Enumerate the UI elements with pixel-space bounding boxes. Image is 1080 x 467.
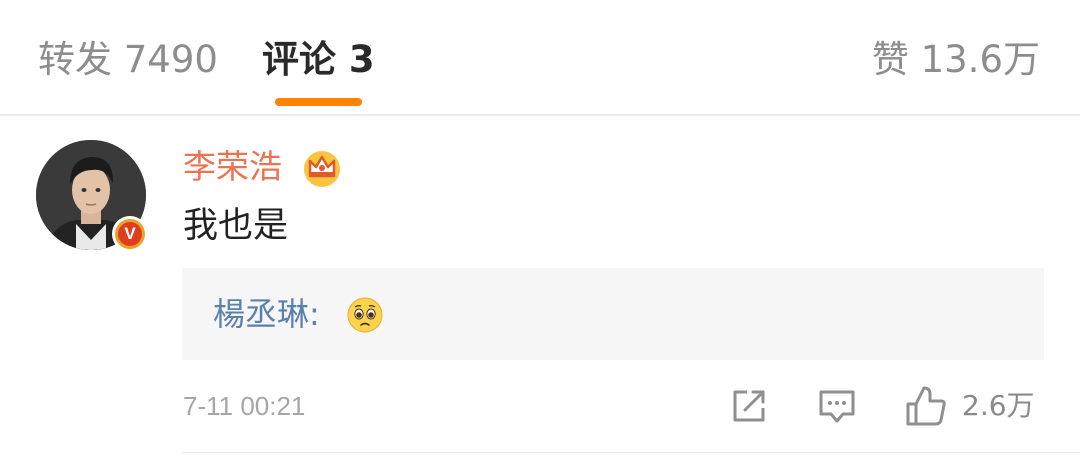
verified-v-icon: V bbox=[112, 216, 148, 252]
tabs-divider bbox=[0, 114, 1080, 116]
comment-text: 我也是 bbox=[183, 206, 289, 246]
pleading-face-icon bbox=[347, 297, 383, 333]
avatar[interactable]: V bbox=[36, 140, 148, 252]
tab-likes[interactable]: 赞 13.6万 bbox=[872, 38, 1040, 82]
tab-repost[interactable]: 转发 7490 bbox=[38, 38, 218, 82]
reply-preview[interactable]: 楊丞琳: bbox=[182, 268, 1044, 360]
thumbs-up-icon[interactable] bbox=[904, 384, 948, 428]
comment-timestamp: 7-11 00:21 bbox=[183, 391, 306, 421]
tab-comments[interactable]: 评论 3 bbox=[262, 38, 375, 82]
crown-icon[interactable] bbox=[302, 148, 342, 188]
reply-author[interactable]: 楊丞琳: bbox=[213, 294, 320, 334]
like-count: 2.6万 bbox=[962, 389, 1035, 422]
comment-username[interactable]: 李荣浩 bbox=[183, 146, 282, 188]
comment-divider bbox=[182, 452, 1080, 453]
comment-tabs: 转发 7490 评论 3 赞 13.6万 bbox=[0, 0, 1080, 114]
active-tab-indicator bbox=[275, 98, 362, 106]
share-icon[interactable] bbox=[729, 386, 769, 426]
comment-icon[interactable] bbox=[817, 386, 857, 426]
